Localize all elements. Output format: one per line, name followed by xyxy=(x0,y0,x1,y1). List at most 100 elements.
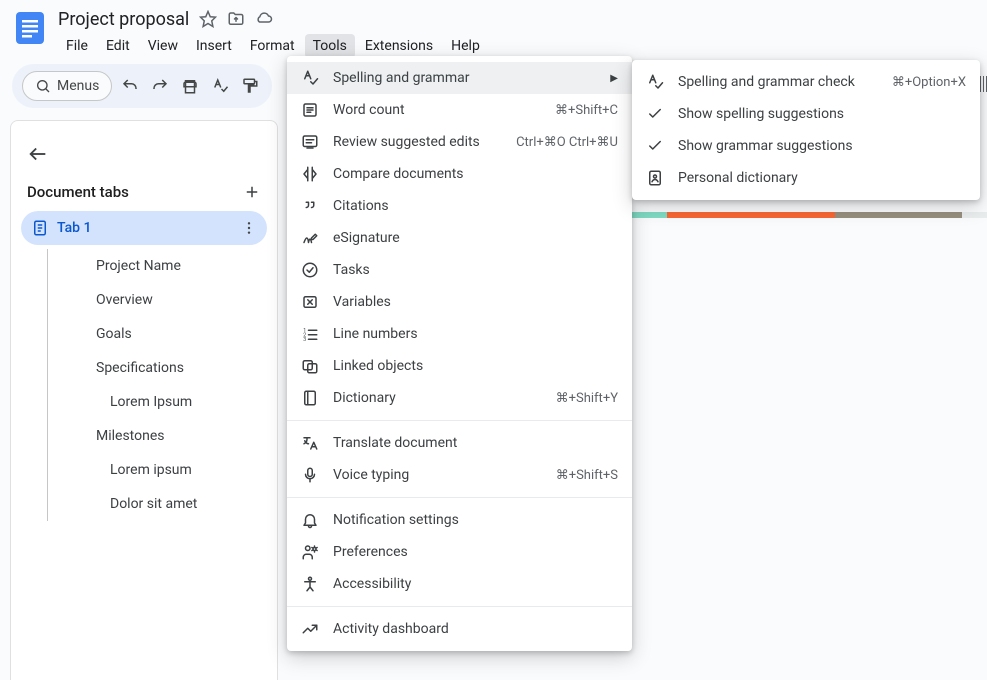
spelling-submenu-item[interactable]: Show grammar suggestions xyxy=(632,130,980,162)
check-icon xyxy=(646,137,664,155)
tools-menu-item[interactable]: eSignature xyxy=(287,222,632,254)
spelling-submenu-item[interactable]: Spelling and grammar check⌘+Option+X xyxy=(632,66,980,98)
paint-roller-icon xyxy=(241,77,259,95)
menu-file[interactable]: File xyxy=(58,34,96,58)
menu-tools[interactable]: Tools xyxy=(305,34,355,58)
star-icon[interactable] xyxy=(199,10,217,28)
tools-menu-item[interactable]: Citations xyxy=(287,190,632,222)
variables-icon xyxy=(301,293,319,311)
activity-icon xyxy=(301,620,319,638)
chevron-right-icon: ▶ xyxy=(610,73,618,84)
menu-item-shortcut: Ctrl+⌘O Ctrl+⌘U xyxy=(516,135,618,150)
tools-menu-item[interactable]: Linked objects xyxy=(287,350,632,382)
menu-item-label: Dictionary xyxy=(333,390,542,406)
search-icon xyxy=(35,78,51,94)
docs-logo-icon[interactable] xyxy=(12,10,48,46)
tools-menu-item[interactable]: Dictionary⌘+Shift+Y xyxy=(287,382,632,414)
menu-edit[interactable]: Edit xyxy=(98,34,138,58)
compare-icon xyxy=(301,165,319,183)
arrow-left-icon xyxy=(27,143,49,165)
menu-item-label: Accessibility xyxy=(333,576,618,592)
tools-menu-item[interactable]: Accessibility xyxy=(287,568,632,600)
menu-format[interactable]: Format xyxy=(242,34,303,58)
outline-item[interactable]: Lorem ipsum xyxy=(47,453,267,487)
tools-menu-item[interactable]: Translate document xyxy=(287,427,632,459)
tools-menu-item[interactable]: Voice typing⌘+Shift+S xyxy=(287,459,632,491)
menu-item-label: Variables xyxy=(333,294,618,310)
spelling-submenu-item[interactable]: Show spelling suggestions xyxy=(632,98,980,130)
menu-item-label: Spelling and grammar xyxy=(333,70,596,86)
spellcheck-button[interactable] xyxy=(208,72,232,100)
spellcheck-icon xyxy=(646,73,664,91)
menu-help[interactable]: Help xyxy=(443,34,488,58)
notif-icon xyxy=(301,511,319,529)
citations-icon xyxy=(301,197,319,215)
document-icon xyxy=(31,219,49,237)
menu-item-label: Linked objects xyxy=(333,358,618,374)
more-vert-icon xyxy=(241,220,257,236)
outline-item[interactable]: Lorem Ipsum xyxy=(47,385,267,419)
tools-menu-item[interactable]: Preferences xyxy=(287,536,632,568)
back-button[interactable] xyxy=(21,135,267,183)
tools-menu-item[interactable]: Notification settings xyxy=(287,504,632,536)
menu-item-label: Voice typing xyxy=(333,467,542,483)
outline-item[interactable]: Goals xyxy=(47,317,267,351)
review-icon xyxy=(301,133,319,151)
doc-title[interactable]: Project proposal xyxy=(58,9,189,30)
tools-dropdown: Spelling and grammar ▶ Word count ⌘+Shift+C… xyxy=(287,56,632,651)
tools-menu-item[interactable]: Tasks xyxy=(287,254,632,286)
outline-item[interactable]: Overview xyxy=(47,283,267,317)
menu-extensions[interactable]: Extensions xyxy=(357,34,441,58)
outline-item[interactable]: Milestones xyxy=(47,419,267,453)
esign-icon xyxy=(301,229,319,247)
outline-item[interactable]: Dolor sit amet xyxy=(47,487,267,521)
submenu-item-label: Personal dictionary xyxy=(678,170,966,186)
menu-item-label: Notification settings xyxy=(333,512,618,528)
paint-format-button[interactable] xyxy=(238,72,262,100)
tools-menu-item[interactable]: Spelling and grammar ▶ xyxy=(287,62,632,94)
wordcount-icon xyxy=(301,101,319,119)
redo-button[interactable] xyxy=(148,72,172,100)
check-icon xyxy=(646,105,664,123)
menu-item-label: eSignature xyxy=(333,230,618,246)
check-icon xyxy=(646,105,664,123)
tools-menu-item[interactable]: Review suggested editsCtrl+⌘O Ctrl+⌘U xyxy=(287,126,632,158)
wordcount-icon xyxy=(301,101,319,119)
notif-icon xyxy=(301,511,319,529)
tools-menu-item[interactable]: Word count ⌘+Shift+C xyxy=(287,94,632,126)
title-row: Project proposal xyxy=(58,8,488,30)
print-button[interactable] xyxy=(178,72,202,100)
tab-more-button[interactable] xyxy=(241,220,257,236)
spelling-submenu-item[interactable]: Personal dictionary xyxy=(632,162,980,194)
document-tabs-header: Document tabs xyxy=(21,183,267,211)
linked-icon xyxy=(301,357,319,375)
outline-item[interactable]: Specifications xyxy=(47,351,267,385)
outline-item[interactable]: Project Name xyxy=(47,249,267,283)
menu-item-label: Preferences xyxy=(333,544,618,560)
menu-separator xyxy=(287,497,632,498)
linenum-icon: 123 xyxy=(301,325,319,343)
dictionary-icon xyxy=(301,389,319,407)
menu-insert[interactable]: Insert xyxy=(188,34,240,58)
tools-menu-item[interactable]: 123 Line numbers xyxy=(287,318,632,350)
tools-menu-item[interactable]: Variables xyxy=(287,286,632,318)
menu-item-label: Word count xyxy=(333,102,541,118)
undo-button[interactable] xyxy=(118,72,142,100)
add-tab-button[interactable] xyxy=(243,183,261,201)
move-folder-icon[interactable] xyxy=(227,10,245,28)
menu-view[interactable]: View xyxy=(140,34,186,58)
tools-menu-item[interactable]: Activity dashboard xyxy=(287,613,632,645)
cloud-status-icon[interactable] xyxy=(255,10,273,28)
menu-item-label: Line numbers xyxy=(333,326,618,342)
search-menus[interactable]: Menus xyxy=(22,71,112,101)
dictionary-icon xyxy=(301,389,319,407)
document-outline: Project Name Overview Goals Specificatio… xyxy=(21,249,267,521)
spellcheck-icon xyxy=(646,73,664,91)
translate-icon xyxy=(301,434,319,452)
submenu-item-label: Spelling and grammar check xyxy=(678,74,878,90)
citations-icon xyxy=(301,197,319,215)
prefs-icon xyxy=(301,543,319,561)
menu-item-shortcut: ⌘+Shift+C xyxy=(555,103,618,118)
tools-menu-item[interactable]: Compare documents xyxy=(287,158,632,190)
tab-chip[interactable]: Tab 1 xyxy=(21,211,267,245)
